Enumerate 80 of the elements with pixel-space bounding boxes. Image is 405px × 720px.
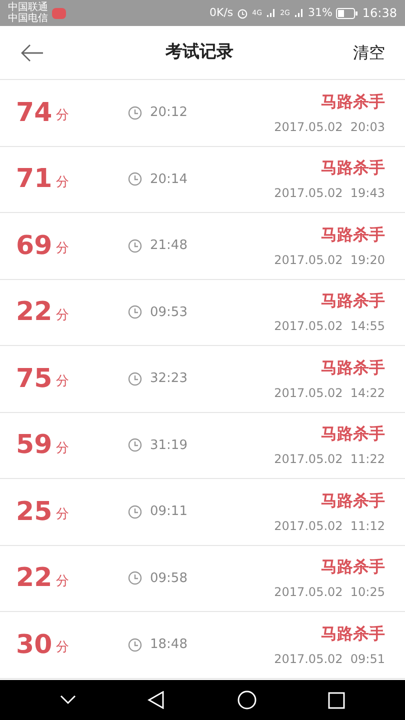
record-row[interactable]: 59 分 31:19 马路杀手 2017.05.02 11:22 xyxy=(0,412,405,479)
record-row[interactable]: 71 分 20:14 马路杀手 2017.05.02 19:43 xyxy=(0,146,405,213)
score-value: 59 xyxy=(16,432,52,458)
score-value: 30 xyxy=(16,632,52,658)
score-value: 75 xyxy=(16,366,52,392)
clock-text: 16:38 xyxy=(362,5,397,22)
home-icon[interactable] xyxy=(236,690,257,710)
record-row[interactable]: 74 分 20:12 马路杀手 2017.05.02 20:03 xyxy=(0,80,405,146)
recents-icon[interactable] xyxy=(328,692,346,708)
exam-date: 2017.05.02 09:51 xyxy=(274,650,385,668)
exam-name: 马路杀手 xyxy=(321,224,385,246)
record-row[interactable]: 30 分 18:48 马路杀手 2017.05.02 09:51 xyxy=(0,612,405,678)
score-value: 22 xyxy=(16,299,52,326)
exam-name: 马路杀手 xyxy=(321,622,385,645)
exam-name: 马路杀手 xyxy=(321,556,385,578)
clock-icon xyxy=(128,172,142,186)
page-title: 考试记录 xyxy=(164,40,234,64)
score-unit: 分 xyxy=(56,373,70,392)
alarm-icon xyxy=(237,8,248,18)
battery-icon xyxy=(336,8,358,18)
back-button[interactable] xyxy=(20,42,46,62)
score-value: 74 xyxy=(16,100,52,126)
duration-text: 21:48 xyxy=(150,237,188,255)
exam-date: 2017.05.02 20:03 xyxy=(274,118,385,136)
record-row[interactable]: 25 分 09:11 马路杀手 2017.05.02 11:12 xyxy=(0,479,405,546)
record-row[interactable]: 75 分 32:23 马路杀手 2017.05.02 14:22 xyxy=(0,346,405,412)
exam-name: 马路杀手 xyxy=(321,157,385,180)
score-unit: 分 xyxy=(56,440,70,458)
exam-date: 2017.05.02 11:12 xyxy=(274,518,385,535)
score-unit: 分 xyxy=(56,639,70,658)
score-unit: 分 xyxy=(56,306,70,325)
score-value: 69 xyxy=(16,232,52,259)
speed-text: 0K/s xyxy=(210,4,234,21)
clock-icon xyxy=(128,106,142,120)
duration-text: 18:48 xyxy=(150,636,188,654)
score-value: 25 xyxy=(16,498,52,525)
signal-icon xyxy=(294,8,304,18)
record-row[interactable]: 22 分 09:53 马路杀手 2017.05.02 14:55 xyxy=(0,280,405,346)
battery-text: 31% xyxy=(308,4,332,21)
clock-icon xyxy=(128,638,142,652)
exam-date: 2017.05.02 11:22 xyxy=(274,451,385,468)
duration-text: 09:58 xyxy=(150,570,188,588)
exam-date: 2017.05.02 14:55 xyxy=(274,318,385,336)
clock-icon xyxy=(128,238,142,253)
clock-icon xyxy=(128,504,142,519)
signal-icon xyxy=(266,8,276,18)
back-icon[interactable] xyxy=(147,691,166,709)
score-unit: 分 xyxy=(56,506,70,524)
clock-icon xyxy=(128,438,142,452)
duration-text: 20:14 xyxy=(150,170,188,188)
duration-text: 31:19 xyxy=(150,436,188,454)
clock-icon xyxy=(128,571,142,586)
chevron-down-icon[interactable] xyxy=(60,695,76,705)
exam-name: 马路杀手 xyxy=(321,490,385,512)
exam-name: 马路杀手 xyxy=(321,90,385,113)
record-row[interactable]: 22 分 09:58 马路杀手 2017.05.02 10:25 xyxy=(0,546,405,612)
clock-icon xyxy=(128,305,142,320)
score-unit: 分 xyxy=(56,572,70,591)
score-value: 71 xyxy=(16,166,52,192)
score-value: 22 xyxy=(16,565,52,592)
exam-date: 2017.05.02 19:20 xyxy=(274,252,385,269)
exam-date: 2017.05.02 19:43 xyxy=(274,185,385,202)
exam-name: 马路杀手 xyxy=(321,290,385,312)
duration-text: 20:12 xyxy=(150,104,188,122)
duration-text: 32:23 xyxy=(150,370,188,388)
exam-date: 2017.05.02 14:22 xyxy=(274,384,385,402)
exam-name: 马路杀手 xyxy=(321,423,385,446)
clock-icon xyxy=(128,372,142,386)
score-unit: 分 xyxy=(56,240,70,258)
notification-icon xyxy=(52,8,66,18)
record-row[interactable]: 69 分 21:48 马路杀手 2017.05.02 19:20 xyxy=(0,213,405,280)
score-unit: 分 xyxy=(56,107,70,126)
carrier-name: 中国电信 xyxy=(8,13,48,24)
duration-text: 09:53 xyxy=(150,304,188,322)
exam-name: 马路杀手 xyxy=(321,356,385,379)
exam-date: 2017.05.02 10:25 xyxy=(274,584,385,602)
carrier-name: 中国联通 xyxy=(8,2,48,13)
score-unit: 分 xyxy=(56,174,70,192)
duration-text: 09:11 xyxy=(150,503,188,521)
clear-button[interactable]: 清空 xyxy=(353,40,385,64)
